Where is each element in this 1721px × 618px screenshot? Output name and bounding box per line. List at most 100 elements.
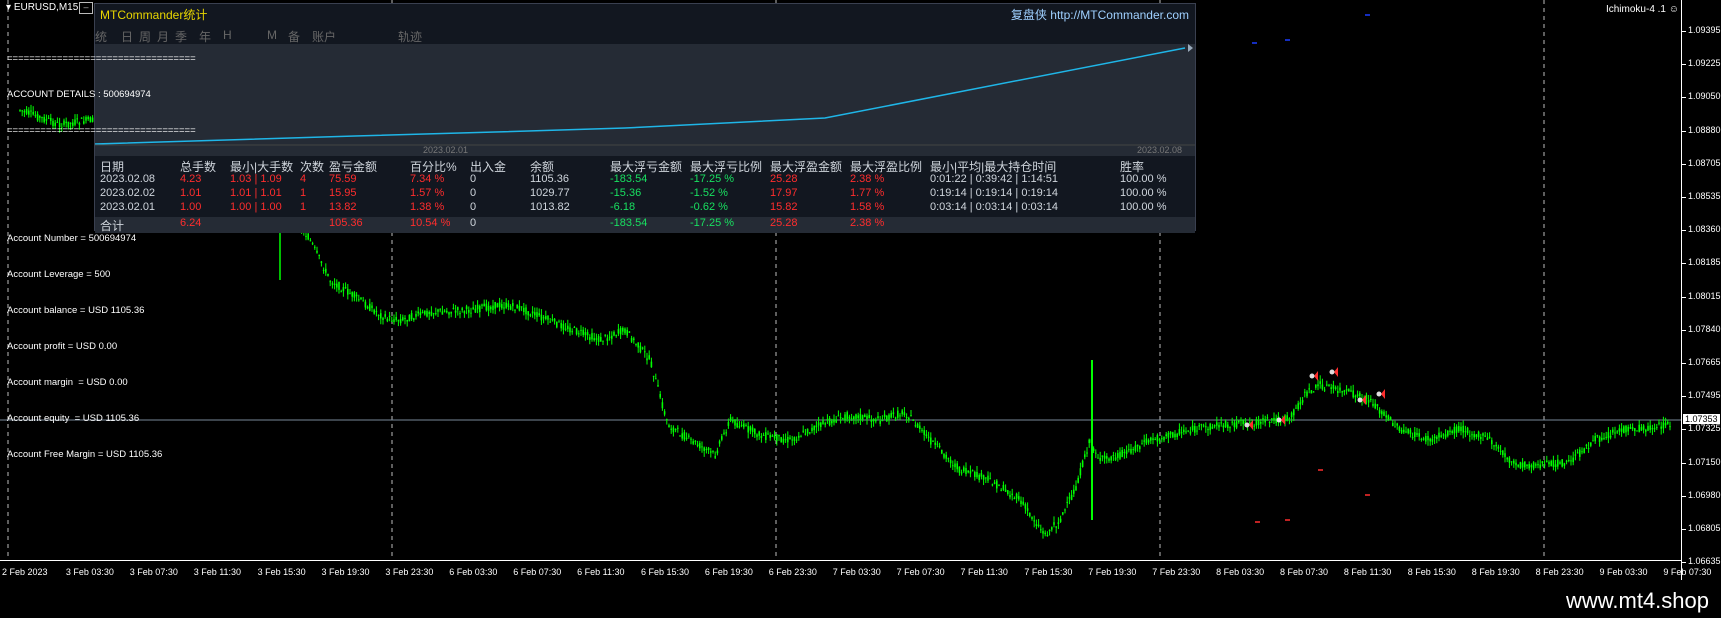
table-row: 2023.02.01 1.00 1.00 | 1.00 1 13.82 1.38… <box>95 201 1195 215</box>
candle-body <box>1574 454 1577 456</box>
candle-body <box>1343 390 1346 392</box>
candle-body <box>1086 452 1088 454</box>
candle-body <box>1499 450 1502 452</box>
candle-body <box>1075 486 1077 491</box>
candle-body <box>892 412 895 415</box>
candle-body <box>1557 459 1559 467</box>
candle-body <box>1326 384 1328 386</box>
candle-body <box>1537 464 1539 466</box>
menu-item[interactable]: 轨迹 <box>398 28 422 45</box>
candle-body <box>452 307 455 309</box>
candle-body <box>1603 437 1605 439</box>
menu-item[interactable]: 账户 <box>312 28 336 45</box>
candle-body <box>1471 434 1473 436</box>
candle-body <box>1519 462 1522 469</box>
candle-body <box>780 437 782 443</box>
candle-body <box>925 434 928 437</box>
candle-body <box>1660 426 1662 429</box>
candle-body <box>784 439 787 441</box>
time-tick-label: 8 Feb 23:30 <box>1535 567 1584 577</box>
candle-body <box>927 436 930 438</box>
candle-body <box>767 433 769 435</box>
candle-body <box>1405 431 1407 433</box>
cell-balance: 1013.82 <box>530 201 570 213</box>
candle-body <box>606 338 609 341</box>
menu-item[interactable]: 年 <box>199 28 211 45</box>
trade-dot-icon <box>1309 373 1315 379</box>
candle-body <box>1185 431 1187 433</box>
candle-body <box>1664 422 1667 426</box>
candle-body <box>1601 437 1603 440</box>
price-axis[interactable]: 1.09395 1.09225 1.09050 1.08880 1.08705 1.085… <box>1681 0 1721 580</box>
candle-body <box>1213 425 1216 427</box>
time-tick-label: 8 Feb 19:30 <box>1471 567 1520 577</box>
menu-item[interactable]: 备 <box>288 28 300 45</box>
menu-item[interactable]: H <box>223 28 232 42</box>
candle-body <box>1651 428 1654 430</box>
candle-body <box>1627 426 1629 432</box>
dropdown-icon[interactable]: ▾ <box>6 2 14 13</box>
candle-body <box>520 306 523 308</box>
candle-body <box>1466 427 1469 434</box>
candle-body <box>1273 417 1275 421</box>
candle-body <box>1658 422 1660 424</box>
candle-body <box>1356 394 1359 397</box>
candle-body <box>1141 443 1143 445</box>
equity-curve-area <box>94 44 1195 156</box>
candle-body <box>987 475 989 481</box>
candle-body <box>1088 439 1090 444</box>
candle-body <box>762 434 765 436</box>
candle-body <box>756 434 758 437</box>
time-axis[interactable]: 2 Feb 2023 3 Feb 03:30 3 Feb 07:30 3 Feb 11… <box>0 560 1711 581</box>
candle-body <box>644 351 646 353</box>
candle-body <box>386 318 389 322</box>
candle-body <box>888 414 890 420</box>
candle-body <box>1196 430 1198 432</box>
minimize-icon[interactable]: – <box>79 2 93 14</box>
candle-body <box>817 422 820 426</box>
candle-body <box>677 427 679 429</box>
candle-body <box>1026 508 1029 511</box>
candle-body <box>1271 418 1273 421</box>
candle-body <box>415 314 417 317</box>
candle-body <box>1455 426 1458 433</box>
candle-body <box>305 235 307 237</box>
candle-body <box>1143 440 1145 442</box>
candle-body <box>404 317 406 319</box>
time-tick-label: 6 Feb 15:30 <box>641 567 690 577</box>
candle-body <box>1563 463 1566 466</box>
candle-body <box>639 345 642 353</box>
candle-body <box>1515 462 1517 466</box>
candle-body <box>831 420 833 424</box>
candle-body <box>923 430 925 435</box>
candle-body <box>809 432 811 434</box>
cell-count: 1 <box>300 201 307 213</box>
candle-body <box>989 478 991 480</box>
menu-item[interactable]: M <box>267 28 277 42</box>
candle-body <box>751 427 754 432</box>
panel-site-link[interactable]: 复盘侠 http://MTCommander.com <box>1011 6 1189 23</box>
price-tick-label: 1.09225 <box>1688 58 1721 69</box>
price-tick <box>1682 396 1686 398</box>
candle-body <box>692 441 694 444</box>
cell-max-loss: -183.54 <box>610 173 648 185</box>
candle-body <box>1297 403 1299 410</box>
candle-body <box>1286 415 1288 421</box>
candle-body <box>446 310 448 313</box>
cell-max-loss: -6.18 <box>610 201 636 213</box>
candle-body <box>1420 438 1423 440</box>
candle-body <box>331 283 334 285</box>
time-tick-label: 3 Feb 03:30 <box>65 567 114 577</box>
candle-body <box>1293 409 1295 416</box>
candle-body <box>314 246 316 248</box>
candle-body <box>439 309 441 311</box>
candle-body <box>547 315 549 320</box>
candle-body <box>333 283 336 286</box>
candle-body <box>978 474 980 480</box>
candle-body <box>793 437 796 441</box>
candle-body <box>1581 451 1583 453</box>
price-tick <box>1682 562 1686 564</box>
candle-body <box>721 436 723 440</box>
separator-line: ================================== <box>7 53 196 64</box>
candle-body <box>366 306 369 309</box>
